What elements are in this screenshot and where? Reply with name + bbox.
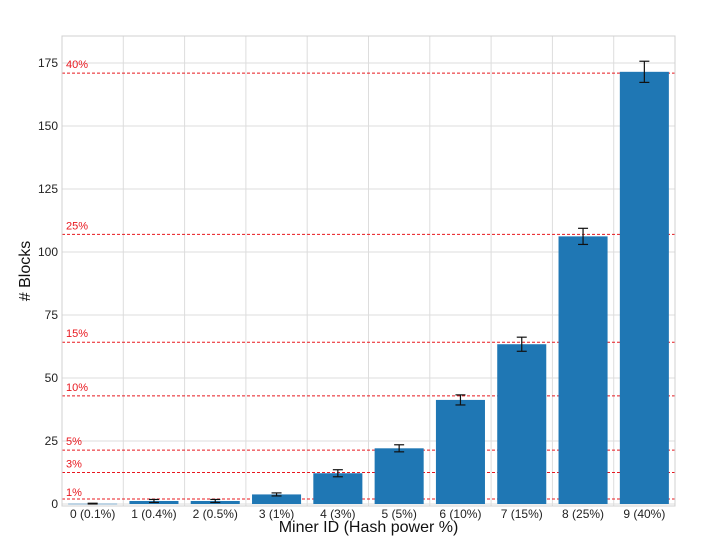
reference-line-label-6: 40%	[66, 59, 88, 71]
reference-line-label-1: 3%	[66, 458, 82, 470]
bar-4	[313, 473, 363, 504]
bar-8	[558, 236, 608, 504]
bar-6	[435, 399, 485, 504]
bar-9	[619, 71, 669, 504]
reference-line-label-3: 10%	[66, 382, 88, 394]
reference-line-label-5: 25%	[66, 220, 88, 232]
y-tick-label-6: 150	[38, 119, 58, 133]
x-tick-label-7: 7 (15%)	[501, 507, 543, 521]
y-tick-label-0: 0	[51, 497, 58, 511]
x-tick-label-1: 1 (0.4%)	[131, 507, 176, 521]
y-tick-label-7: 175	[38, 56, 58, 70]
reference-line-label-4: 15%	[66, 328, 88, 340]
y-tick-label-5: 125	[38, 182, 58, 196]
chart-background	[0, 0, 718, 536]
x-tick-label-8: 8 (25%)	[562, 507, 604, 521]
y-tick-label-2: 50	[45, 371, 59, 385]
bar-7	[497, 344, 547, 504]
x-tick-label-2: 2 (0.5%)	[193, 507, 238, 521]
x-axis-label: Miner ID (Hash power %)	[279, 519, 459, 536]
bar-chart: 1% 3% 5% 10% 15% 25% 40% 0 25 50 75 100 125 150 175 0…	[0, 0, 718, 536]
reference-line-label-2: 5%	[66, 436, 82, 448]
y-tick-label-1: 25	[45, 434, 59, 448]
x-tick-label-9: 9 (40%)	[623, 507, 665, 521]
x-tick-label-0: 0 (0.1%)	[70, 507, 115, 521]
y-axis-label: # Blocks	[17, 241, 34, 301]
bar-5	[374, 448, 424, 504]
y-tick-label-3: 75	[45, 308, 59, 322]
y-tick-label-4: 100	[38, 245, 58, 259]
reference-line-label-0: 1%	[66, 487, 82, 499]
